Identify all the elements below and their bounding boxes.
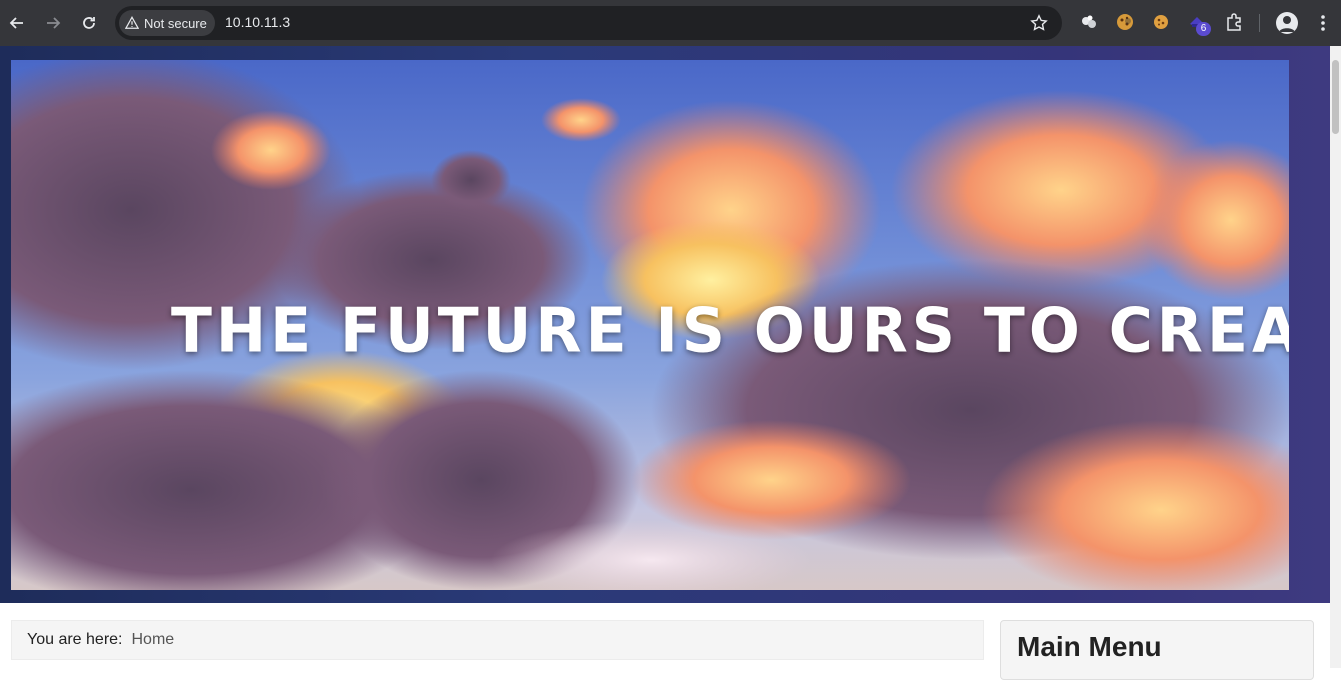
forward-button[interactable]: [41, 11, 65, 35]
main-menu-title: Main Menu: [1017, 631, 1162, 662]
person-icon: [1279, 16, 1295, 32]
arrow-left-icon: [9, 17, 23, 29]
kebab-menu-icon[interactable]: [1314, 12, 1332, 34]
bookmark-star-icon[interactable]: [1030, 14, 1048, 32]
main-menu-module: Main Menu: [1000, 620, 1314, 680]
hero-headline: THE FUTURE IS OURS TO CREATE.: [171, 295, 1289, 367]
profile-avatar-button[interactable]: [1276, 12, 1298, 34]
warning-icon: [125, 16, 139, 29]
extension-badge: 6: [1196, 22, 1211, 36]
arrow-right-icon: [47, 17, 61, 29]
puzzle-icon[interactable]: [1224, 12, 1244, 32]
browser-toolbar: Not secure 10.10.11.3 6: [0, 0, 1341, 46]
site-header: THE FUTURE IS OURS TO CREATE.: [0, 46, 1330, 603]
page-scrollbar[interactable]: [1330, 46, 1341, 668]
reload-button[interactable]: [77, 11, 101, 35]
toolbar-divider: [1259, 14, 1260, 32]
reload-icon: [83, 17, 95, 29]
security-label: Not secure: [144, 15, 207, 31]
breadcrumb-prefix: You are here:: [27, 631, 123, 648]
cookie-icon[interactable]: [1151, 12, 1171, 32]
url-text[interactable]: 10.10.11.3: [225, 14, 290, 30]
security-chip[interactable]: Not secure: [119, 10, 215, 36]
hero-banner-image: THE FUTURE IS OURS TO CREATE.: [11, 60, 1289, 590]
extension-icon[interactable]: [1079, 12, 1099, 32]
address-bar[interactable]: Not secure 10.10.11.3: [115, 6, 1062, 40]
back-button[interactable]: [5, 11, 29, 35]
scrollbar-thumb[interactable]: [1332, 60, 1339, 134]
web-page: THE FUTURE IS OURS TO CREATE. You are he…: [0, 46, 1330, 680]
cookie-extension-icon[interactable]: [1115, 12, 1135, 32]
breadcrumb: You are here: Home: [11, 620, 984, 660]
breadcrumb-home[interactable]: Home: [131, 631, 174, 649]
